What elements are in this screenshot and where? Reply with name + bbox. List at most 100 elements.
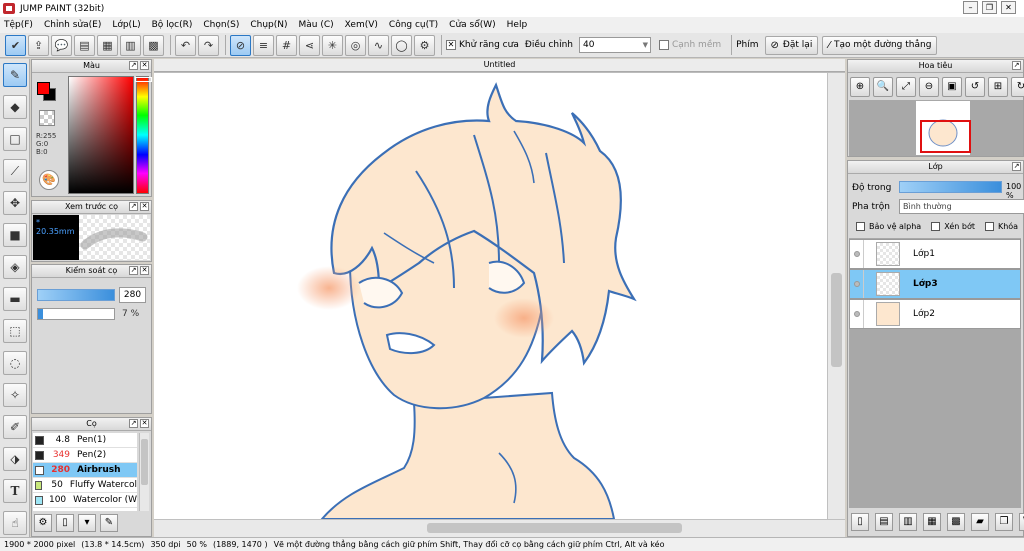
new-halftone-layer-icon[interactable]: ▥ (899, 513, 917, 531)
canvas-vertical-scrollbar[interactable] (827, 73, 845, 519)
visibility-toggle-icon[interactable] (850, 300, 864, 328)
minimize-button[interactable]: – (963, 1, 978, 14)
undock-icon[interactable]: ↗ (129, 61, 138, 70)
duplicate-layer-icon[interactable]: ❐ (995, 513, 1013, 531)
chat-icon[interactable]: ▤ (74, 34, 95, 56)
fit-window-icon[interactable]: ⤢ (896, 77, 916, 97)
new-folder-icon[interactable]: ▰ (971, 513, 989, 531)
transparent-color-swatch[interactable] (39, 110, 55, 126)
text-tool-icon[interactable]: T (3, 479, 27, 503)
brush-item-pen1[interactable]: 4.8 Pen(1) (33, 433, 137, 448)
brush-edit-icon[interactable]: ✎ (100, 514, 118, 532)
page-icon[interactable]: ▥ (120, 34, 141, 56)
palette-icon[interactable]: 🎨 (39, 170, 59, 190)
brush-item-airbrush[interactable]: 280 Airbrush (33, 463, 137, 478)
brush-tool-icon[interactable]: ✎ (3, 63, 27, 87)
visibility-toggle-icon[interactable] (850, 270, 864, 298)
radial-lines-icon[interactable]: ✳ (322, 34, 343, 56)
menu-window[interactable]: Cửa sổ(W) (449, 20, 495, 30)
undock-icon[interactable]: ↗ (129, 266, 138, 275)
menu-edit[interactable]: Chỉnh sửa(E) (44, 20, 101, 30)
concentric-circle-icon[interactable]: ◎ (345, 34, 366, 56)
layer-row-3[interactable]: Lớp3 (849, 269, 1021, 299)
crosshatch-icon[interactable]: # (276, 34, 297, 56)
foreground-color-swatch[interactable] (37, 82, 50, 95)
select-pen-tool-icon[interactable]: ✐ (3, 415, 27, 439)
redo-icon[interactable]: ↷ (198, 34, 219, 56)
canvas-horizontal-scrollbar[interactable] (154, 519, 845, 537)
rotate-left-icon[interactable]: ↺ (965, 77, 985, 97)
protect-alpha-checkbox[interactable]: Bảo vệ alpha (856, 222, 921, 231)
menu-color[interactable]: Màu (C) (299, 20, 334, 30)
maximize-button[interactable]: ❐ (982, 1, 997, 14)
undock-icon[interactable]: ↗ (1012, 61, 1021, 70)
line-tool-icon[interactable]: ⟋ (3, 159, 27, 183)
visibility-toggle-icon[interactable] (850, 240, 864, 268)
parallel-lines-icon[interactable]: ≡ (253, 34, 274, 56)
select-tool-icon[interactable]: ⬚ (3, 319, 27, 343)
saturation-value-picker[interactable] (68, 76, 134, 194)
undo-icon[interactable]: ↶ (175, 34, 196, 56)
blend-mode-select[interactable]: Bình thường (899, 199, 1024, 214)
undock-icon[interactable]: ↗ (129, 419, 138, 428)
new-raster-layer-icon[interactable]: ▤ (875, 513, 893, 531)
document-icon[interactable]: ▦ (97, 34, 118, 56)
menu-filter[interactable]: Bộ lọc(R) (152, 20, 193, 30)
clipping-checkbox[interactable]: Xén bớt (931, 222, 975, 231)
navigator-viewport[interactable] (920, 120, 971, 153)
move-tool-icon[interactable]: ✥ (3, 191, 27, 215)
rectangle-tool-icon[interactable]: □ (3, 127, 27, 151)
new-brush-icon[interactable]: ▯ (56, 514, 74, 532)
scrollbar-thumb[interactable] (141, 439, 148, 485)
settings-icon[interactable]: ⚙ (414, 34, 435, 56)
close-icon[interactable]: ✕ (140, 419, 149, 428)
hand-tool-icon[interactable]: ☝ (3, 511, 27, 535)
menu-tools[interactable]: Công cụ(T) (389, 20, 438, 30)
grid-icon[interactable]: ▩ (143, 34, 164, 56)
actual-size-icon[interactable]: ▣ (942, 77, 962, 97)
navigator-view[interactable] (849, 100, 1023, 156)
brush-menu-icon[interactable]: ▾ (78, 514, 96, 532)
new-layer-icon[interactable]: ▯ (851, 513, 869, 531)
menu-help[interactable]: Help (507, 20, 528, 30)
vanishing-point-icon[interactable]: ⋖ (299, 34, 320, 56)
straight-line-button[interactable]: ⁄ Tạo một đường thẳng (822, 35, 938, 55)
brush-item-watercolor[interactable]: 100 Watercolor (W (33, 493, 137, 508)
undock-icon[interactable]: ↗ (129, 202, 138, 211)
smooth-edge-checkbox[interactable] (658, 40, 669, 50)
menu-select[interactable]: Chọn(S) (203, 20, 239, 30)
close-button[interactable]: ✕ (1001, 1, 1016, 14)
zoom-out-icon[interactable]: ⊖ (919, 77, 939, 97)
menu-file[interactable]: Tệp(F) (4, 20, 33, 30)
brush-size-slider[interactable] (37, 289, 115, 301)
layer-row-2[interactable]: Lớp2 (849, 299, 1021, 329)
zoom-in-icon[interactable]: ⊕ (850, 77, 870, 97)
check-icon[interactable]: ✔ (5, 34, 26, 56)
menu-capture[interactable]: Chụp(N) (250, 20, 287, 30)
brush-size-value[interactable]: 280 (119, 287, 146, 303)
menu-view[interactable]: Xem(V) (345, 20, 378, 30)
scrollbar-thumb[interactable] (427, 523, 682, 533)
new-8bit-layer-icon[interactable]: ▦ (923, 513, 941, 531)
rotate-right-icon[interactable]: ↻ (1011, 77, 1024, 97)
reset-rotation-icon[interactable]: ⊞ (988, 77, 1008, 97)
correction-select[interactable]: 40 ▼ (578, 37, 651, 53)
eraser-tool-icon[interactable]: ◆ (3, 95, 27, 119)
close-icon[interactable]: ✕ (140, 61, 149, 70)
fill-rect-tool-icon[interactable]: ■ (3, 223, 27, 247)
delete-layer-icon[interactable]: 🗑 (1019, 513, 1024, 531)
bucket-tool-icon[interactable]: ◈ (3, 255, 27, 279)
new-tone-layer-icon[interactable]: ▩ (947, 513, 965, 531)
lock-checkbox[interactable]: Khóa (984, 222, 1018, 231)
close-icon[interactable]: ✕ (140, 266, 149, 275)
brush-list-scrollbar[interactable] (139, 433, 149, 511)
comment-icon[interactable]: 💬 (51, 34, 72, 56)
brush-settings-icon[interactable]: ⚙ (34, 514, 52, 532)
zoom-in-alt-icon[interactable]: 🔍 (873, 77, 893, 97)
brush-item-fluffy-watercolor[interactable]: 50 Fluffy Watercol (33, 478, 137, 493)
close-icon[interactable]: ✕ (140, 202, 149, 211)
antialias-checkbox[interactable]: ✕ (446, 40, 456, 50)
gradient-tool-icon[interactable]: ▬ (3, 287, 27, 311)
reset-button[interactable]: ⊘ Đặt lại (764, 35, 819, 55)
lasso-tool-icon[interactable]: ◌ (3, 351, 27, 375)
